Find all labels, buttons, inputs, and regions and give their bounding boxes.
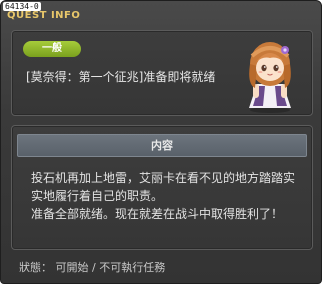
quest-name: [莫奈得：第一个征兆]准备即将就绪 xyxy=(26,70,216,84)
content-line: 投石机再加上地雷，艾丽卡在看不见的地方踏踏实 xyxy=(31,171,296,185)
content-body: 投石机再加上地雷，艾丽卡在看不见的地方踏踏实 实地履行着自己的职责。 准备全部就… xyxy=(31,169,301,223)
npc-portrait xyxy=(249,42,291,113)
quest-info-window: 64134-0 QUEST INFO 一般 [莫奈得：第一个征兆]准备即将就绪 xyxy=(0,0,322,284)
quest-status: 狀態： 可開始 / 不可執行任務 xyxy=(19,261,166,274)
content-line: 准备全部就绪。现在就差在战斗中取得胜利了！ xyxy=(31,207,284,221)
quest-category-badge: 一般 xyxy=(23,41,81,57)
window-title: QUEST INFO xyxy=(7,10,81,21)
content-line: 实地履行着自己的职责。 xyxy=(31,189,164,203)
content-section-header: 内容 xyxy=(17,134,307,157)
